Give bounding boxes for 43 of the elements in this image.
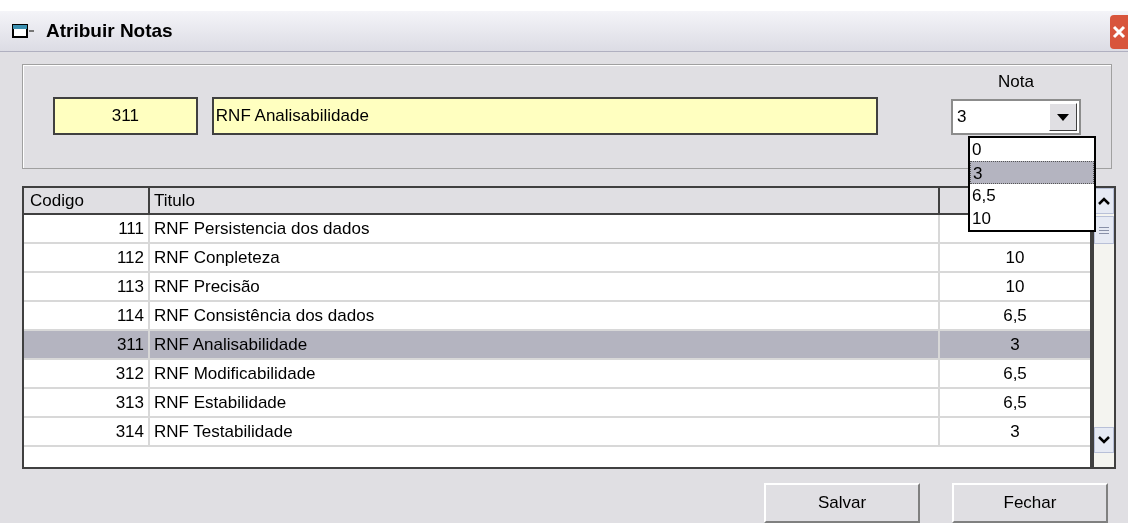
dropdown-option[interactable]: 6,5 (970, 184, 1094, 207)
table-row[interactable]: 113 RNF Precisão 10 (24, 273, 1090, 302)
column-header[interactable]: Titulo (150, 188, 940, 213)
table-row[interactable]: 311 RNF Analisabilidade 3 (24, 331, 1090, 360)
nota-dropdown[interactable]: 3 (951, 99, 1081, 135)
dropdown-value: 3 (957, 106, 968, 129)
table-cell: 312 (24, 360, 150, 387)
title-field[interactable]: RNF Analisabilidade (211, 97, 878, 135)
dropdown-option[interactable]: 0 (970, 138, 1094, 161)
table-cell-text: 6,5 (1002, 363, 1028, 385)
table-cell-text: 3 (1009, 421, 1021, 443)
table-cell: RNF Testabilidade (150, 418, 940, 445)
table-cell: 313 (24, 389, 150, 416)
dropdown-option[interactable]: 3 (970, 161, 1094, 184)
nota-label: Nota (998, 71, 1034, 93)
table-cell-text: 3 (1009, 334, 1021, 356)
dialog-button[interactable]: Fechar (952, 483, 1108, 523)
table-cell-text: 6,5 (1002, 392, 1028, 414)
table-row[interactable]: 312 RNF Modificabilidade 6,5 (24, 360, 1090, 389)
table-cell: RNF Analisabilidade (150, 331, 940, 358)
table-row[interactable]: 112 RNF Conpleteza 10 (24, 244, 1090, 273)
table-row[interactable]: 314 RNF Testabilidade 3 (24, 418, 1090, 447)
table-cell-text: 6,5 (1002, 305, 1028, 327)
table-cell-text: 10 (1004, 247, 1026, 269)
table-cell: 112 (24, 244, 150, 271)
window-title: Atribuir Notas (46, 18, 173, 43)
table-cell: RNF Consistência dos dados (150, 302, 940, 329)
table-cell: 111 (24, 215, 150, 242)
table-cell-text: 10 (1004, 276, 1026, 298)
table-cell: 314 (24, 418, 150, 445)
dialog-button[interactable]: Salvar (764, 483, 920, 523)
table-cell: RNF Conpleteza (150, 244, 940, 271)
column-header[interactable]: Codigo (24, 188, 150, 213)
table-cell: RNF Modificabilidade (150, 360, 940, 387)
table-cell: 311 (24, 331, 150, 358)
table-cell: 114 (24, 302, 150, 329)
table-cell: RNF Precisão (150, 273, 940, 300)
table-cell: RNF Estabilidade (150, 389, 940, 416)
table-cell: RNF Persistencia dos dados (150, 215, 940, 242)
code-field[interactable]: 311 (53, 97, 198, 135)
table-row[interactable]: 114 RNF Consistência dos dados 6,5 (24, 302, 1090, 331)
table-row[interactable]: 313 RNF Estabilidade 6,5 (24, 389, 1090, 418)
table-cell: 113 (24, 273, 150, 300)
